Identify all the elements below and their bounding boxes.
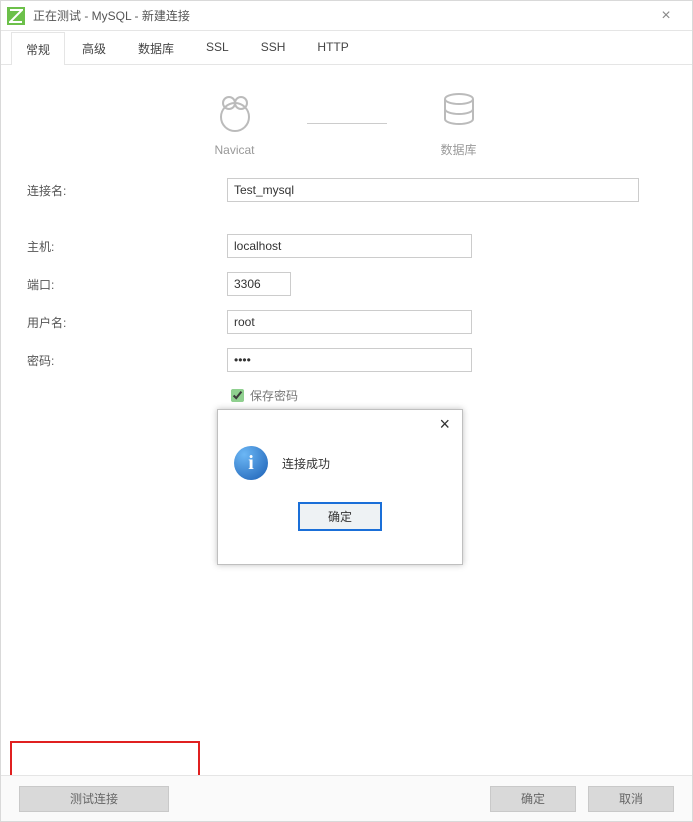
cancel-button[interactable]: 取消 xyxy=(588,786,674,812)
port-label: 端口: xyxy=(27,276,227,293)
tab-ssl[interactable]: SSL xyxy=(191,31,244,64)
host-label: 主机: xyxy=(27,238,227,255)
tab-database[interactable]: 数据库 xyxy=(123,31,189,64)
tabbar: 常规 高级 数据库 SSL SSH HTTP xyxy=(1,31,692,65)
modal-ok-button[interactable]: 确定 xyxy=(298,502,382,531)
tab-general[interactable]: 常规 xyxy=(11,32,65,65)
connection-dialog: 正在测试 - MySQL - 新建连接 × 常规 高级 数据库 SSL SSH … xyxy=(0,0,693,822)
connection-diagram: Navicat 数据库 xyxy=(1,65,692,166)
user-label: 用户名: xyxy=(27,314,227,331)
modal-message: 连接成功 xyxy=(282,455,330,472)
database-label: 数据库 xyxy=(440,141,476,158)
user-input[interactable] xyxy=(227,310,472,334)
close-icon[interactable]: × xyxy=(646,7,686,25)
password-input[interactable] xyxy=(227,348,472,372)
tab-ssh[interactable]: SSH xyxy=(246,31,301,64)
tab-http[interactable]: HTTP xyxy=(302,31,363,64)
titlebar: 正在测试 - MySQL - 新建连接 × xyxy=(1,1,692,31)
navicat-icon xyxy=(213,91,257,135)
connection-line xyxy=(307,123,387,124)
ok-button[interactable]: 确定 xyxy=(490,786,576,812)
tab-advanced[interactable]: 高级 xyxy=(67,31,121,64)
navicat-label: Navicat xyxy=(214,143,254,157)
password-label: 密码: xyxy=(27,352,227,369)
save-password-label: 保存密码 xyxy=(250,387,298,404)
connection-name-label: 连接名: xyxy=(27,182,227,199)
save-password-checkbox[interactable] xyxy=(231,389,244,402)
connection-name-input[interactable] xyxy=(227,178,639,202)
window-title: 正在测试 - MySQL - 新建连接 xyxy=(33,7,646,24)
app-icon xyxy=(7,7,25,25)
host-input[interactable] xyxy=(227,234,472,258)
result-dialog: × i 连接成功 确定 xyxy=(217,409,463,565)
info-icon: i xyxy=(234,446,268,480)
form: 连接名: 主机: 端口: 用户名: 密码: xyxy=(1,166,692,405)
modal-close-icon[interactable]: × xyxy=(433,414,456,435)
bottom-bar: 测试连接 确定 取消 xyxy=(1,775,692,821)
highlight-annotation xyxy=(10,741,200,779)
database-icon xyxy=(437,89,481,133)
port-input[interactable] xyxy=(227,272,291,296)
test-connection-button[interactable]: 测试连接 xyxy=(19,786,169,812)
